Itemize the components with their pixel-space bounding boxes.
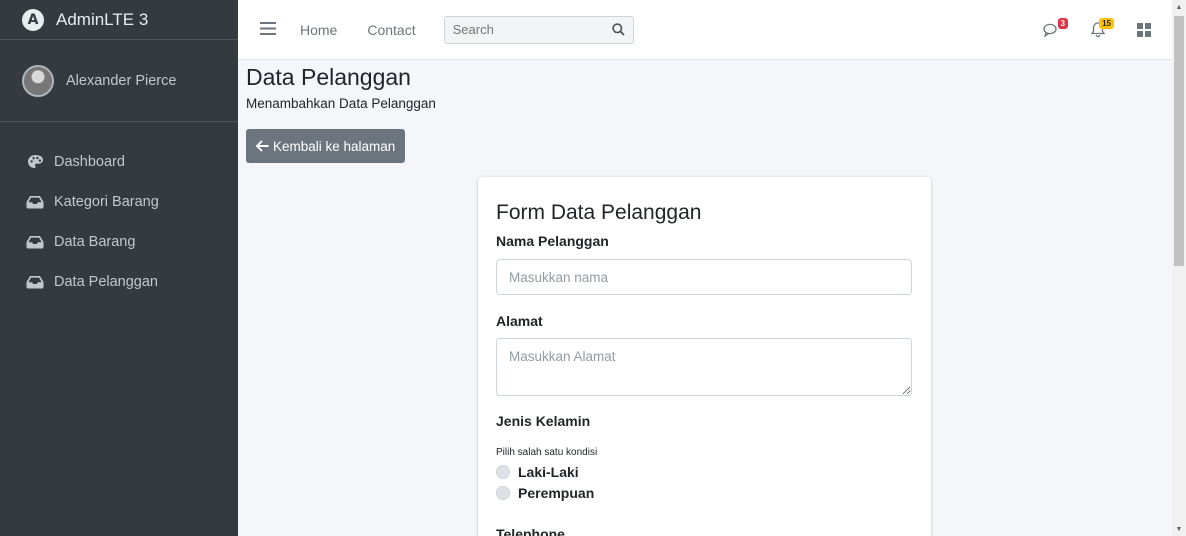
brand-logo-icon: A xyxy=(22,8,44,31)
alamat-textarea[interactable] xyxy=(496,338,912,396)
telephone-label: Telephone xyxy=(496,526,565,536)
nama-label: Nama Pelanggan xyxy=(496,233,609,249)
control-sidebar-toggle[interactable] xyxy=(1134,20,1154,40)
sidebar-item-label: Dashboard xyxy=(54,154,125,170)
search-icon xyxy=(612,23,625,36)
notifications-badge: 15 xyxy=(1099,17,1114,29)
scroll-down-arrow-icon[interactable]: ▼ xyxy=(1172,522,1186,536)
user-panel[interactable]: Alexander Pierce xyxy=(0,40,238,122)
scrollbar-thumb[interactable] xyxy=(1174,16,1184,266)
messages-dropdown[interactable]: 3 xyxy=(1042,17,1068,40)
radio-circle-icon xyxy=(496,465,510,479)
hamburger-menu-icon[interactable] xyxy=(260,19,278,40)
user-name[interactable]: Alexander Pierce xyxy=(66,73,176,89)
sidebar-item-data-pelanggan[interactable]: Data Pelanggan xyxy=(0,262,238,302)
nav-link-contact[interactable]: Contact xyxy=(367,22,415,38)
page-title: Data Pelanggan xyxy=(246,64,411,90)
main-sidebar: A AdminLTE 3 Alexander Pierce Dashboard … xyxy=(0,0,238,536)
sidebar-item-kategori-barang[interactable]: Kategori Barang xyxy=(0,182,238,222)
sidebar-item-data-barang[interactable]: Data Barang xyxy=(0,222,238,262)
brand-link[interactable]: A AdminLTE 3 xyxy=(0,0,238,40)
jenis-kelamin-label: Jenis Kelamin xyxy=(496,413,591,429)
palette-icon xyxy=(26,153,44,171)
inbox-icon xyxy=(26,193,44,211)
notifications-dropdown[interactable]: 15 xyxy=(1088,17,1114,40)
search-input[interactable] xyxy=(444,16,605,43)
sidebar-item-label: Data Pelanggan xyxy=(54,274,158,290)
top-navbar: Home Contact 3 15 xyxy=(238,0,1172,60)
radio-laki-laki[interactable]: Laki-Laki xyxy=(496,464,579,480)
gender-hint: Pilih salah satu kondisi xyxy=(496,447,598,458)
sidebar-nav: Dashboard Kategori Barang Data Barang Da… xyxy=(0,122,238,302)
arrow-left-icon xyxy=(256,140,269,152)
form-card: Form Data Pelanggan Nama Pelanggan Alama… xyxy=(478,177,931,536)
navbar-search xyxy=(443,15,634,44)
radio-label: Laki-Laki xyxy=(518,464,579,480)
scroll-up-arrow-icon[interactable]: ▲ xyxy=(1172,0,1186,14)
page-subtitle: Menambahkan Data Pelanggan xyxy=(246,96,436,111)
search-button[interactable] xyxy=(605,17,633,43)
content-wrapper: Data Pelanggan Menambahkan Data Pelangga… xyxy=(238,60,1172,536)
grid-icon xyxy=(1137,22,1151,37)
inbox-icon xyxy=(26,233,44,251)
radio-label: Perempuan xyxy=(518,485,595,501)
avatar xyxy=(22,64,54,97)
radio-circle-icon xyxy=(496,486,510,500)
page-scrollbar[interactable]: ▲ ▼ xyxy=(1172,0,1186,536)
back-button[interactable]: Kembali ke halaman xyxy=(246,129,406,163)
sidebar-item-dashboard[interactable]: Dashboard xyxy=(0,142,238,182)
radio-perempuan[interactable]: Perempuan xyxy=(496,485,594,501)
nama-input[interactable] xyxy=(496,259,912,295)
alamat-label: Alamat xyxy=(496,313,543,329)
sidebar-item-label: Data Barang xyxy=(54,234,136,250)
inbox-icon xyxy=(26,273,44,291)
form-title: Form Data Pelanggan xyxy=(496,201,702,224)
nav-link-home[interactable]: Home xyxy=(300,22,337,38)
brand-text: AdminLTE 3 xyxy=(56,9,149,29)
messages-badge: 3 xyxy=(1057,17,1068,29)
back-button-label: Kembali ke halaman xyxy=(273,138,396,154)
navbar-right: 3 15 xyxy=(1016,17,1154,40)
sidebar-item-label: Kategori Barang xyxy=(54,194,159,210)
